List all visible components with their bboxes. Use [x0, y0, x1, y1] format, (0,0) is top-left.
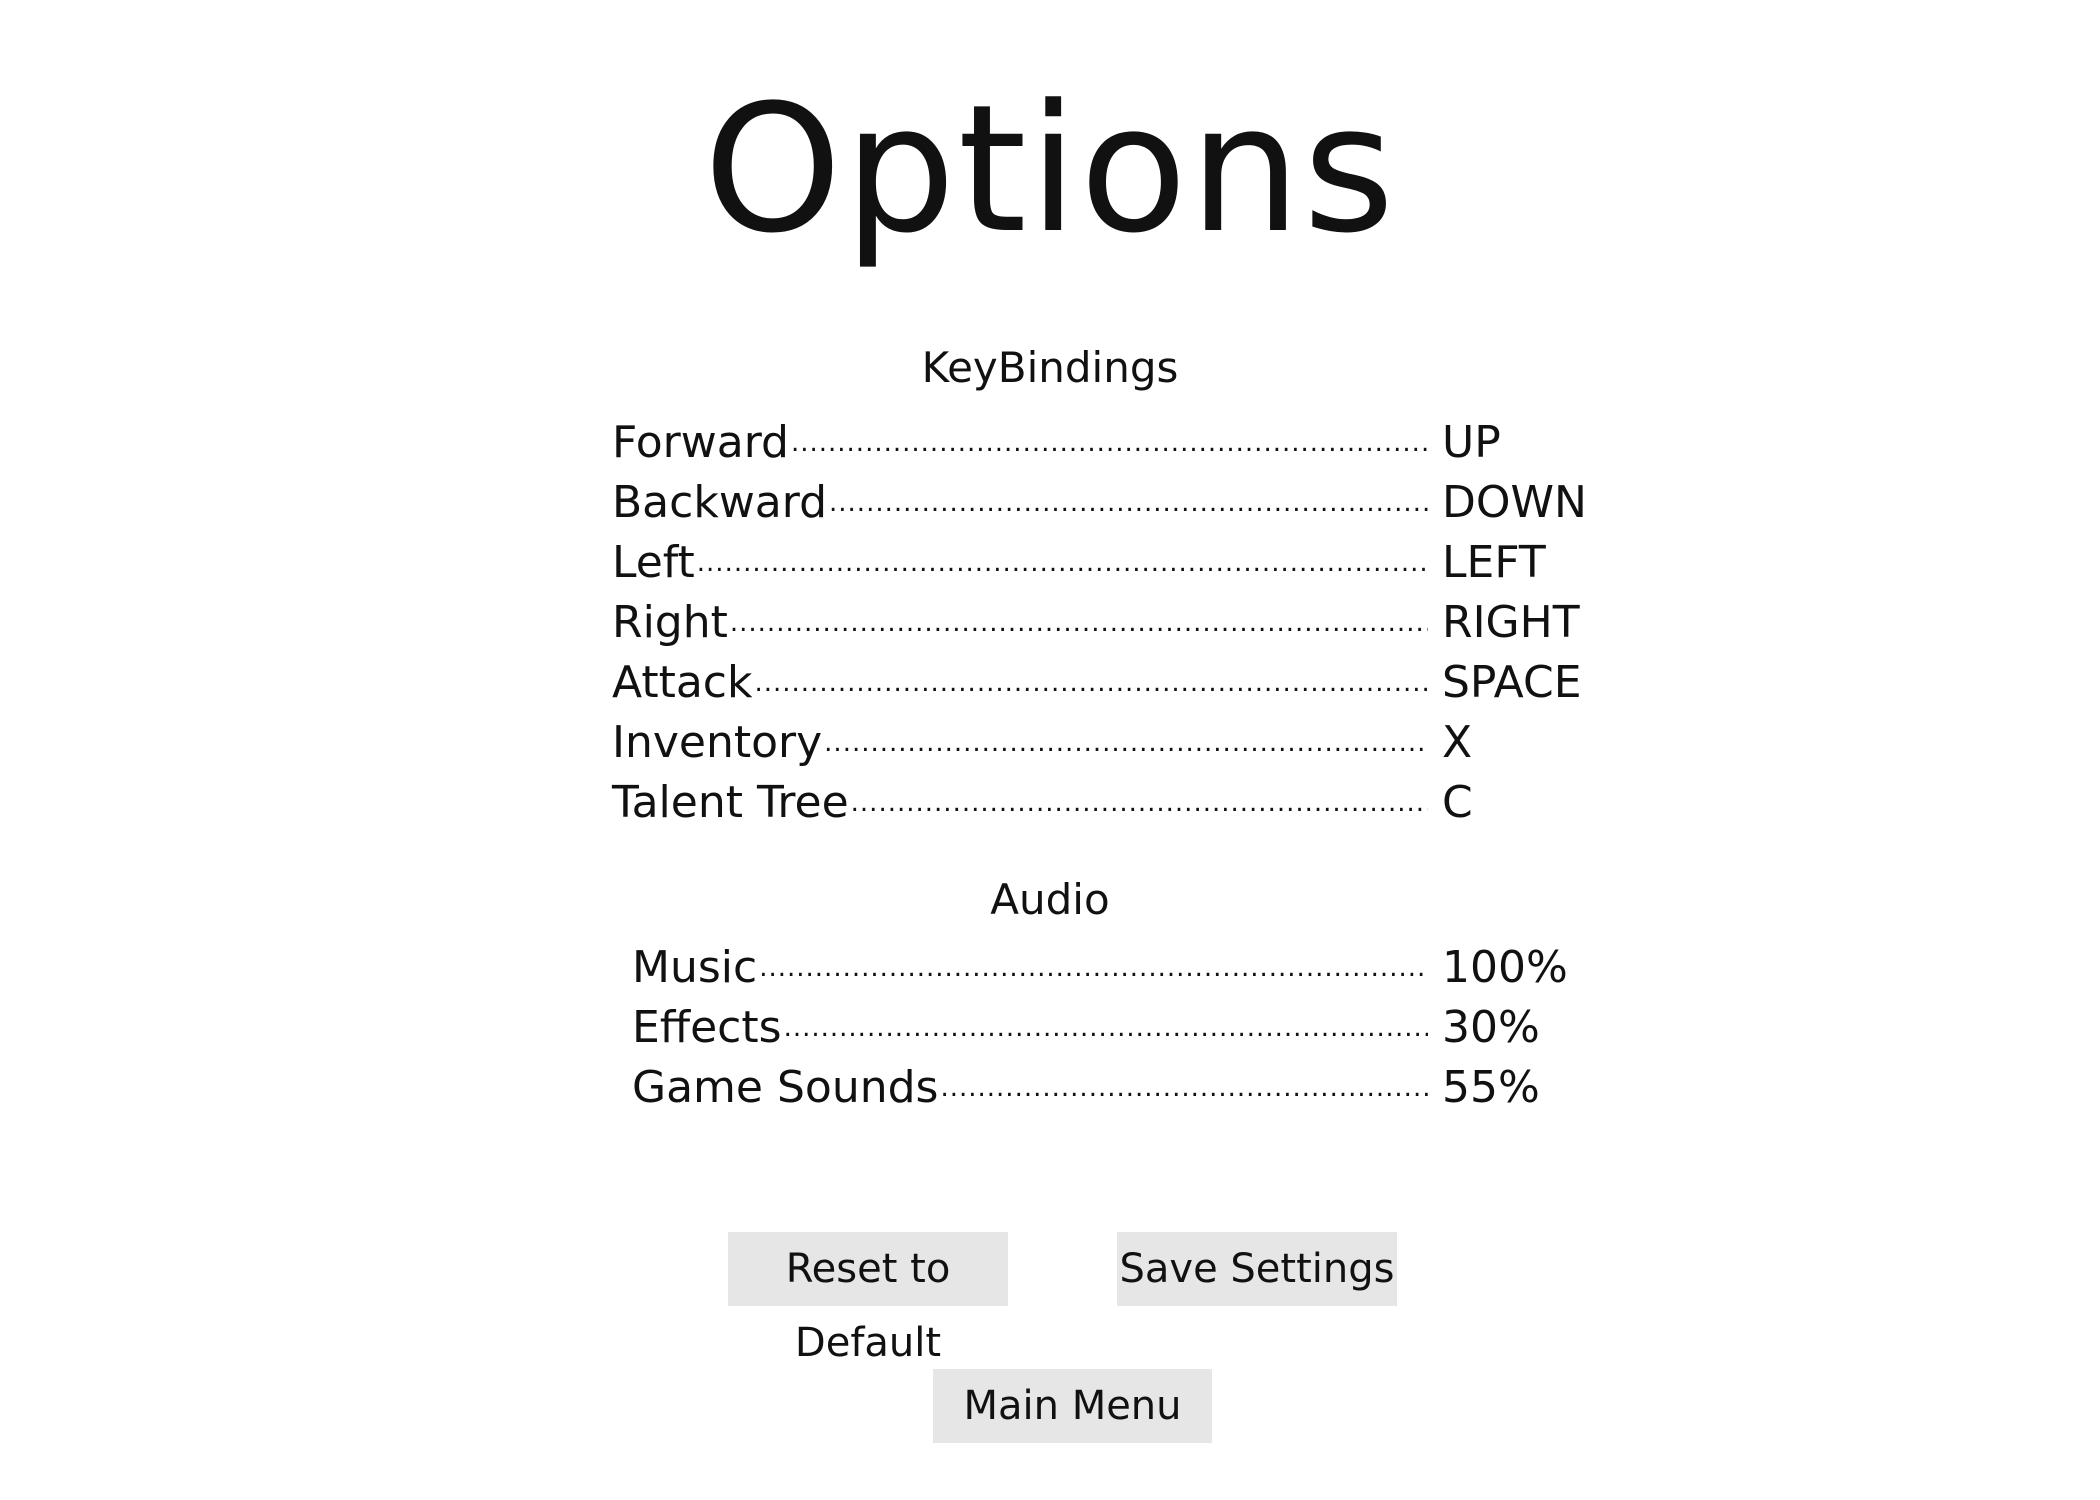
dotted-leader: [697, 536, 1428, 590]
keybinding-label: Talent Tree: [612, 777, 849, 828]
dotted-leader: [829, 476, 1428, 530]
audio-label: Music: [632, 942, 758, 993]
keybinding-row-right[interactable]: Right RIGHT: [612, 590, 1612, 650]
dotted-leader: [730, 596, 1428, 650]
dotted-leader: [754, 656, 1428, 710]
keybinding-row-forward[interactable]: Forward UP: [612, 410, 1612, 470]
keybinding-label: Inventory: [612, 717, 823, 768]
keybinding-label: Left: [612, 537, 695, 588]
audio-label: Game Sounds: [632, 1062, 939, 1113]
reset-to-default-button[interactable]: Reset to Default: [728, 1232, 1008, 1366]
options-title: Options: [703, 67, 1397, 272]
keybinding-row-inventory[interactable]: Inventory X: [612, 710, 1612, 770]
audio-volume-value[interactable]: 100%: [1442, 941, 1612, 995]
keybinding-value[interactable]: UP: [1442, 416, 1612, 470]
audio-list: Music 100% Effects 30% Game Sounds 55%: [632, 935, 1612, 1115]
keybinding-label: Attack: [612, 657, 753, 708]
save-settings-button[interactable]: Save Settings: [1117, 1232, 1397, 1306]
keybinding-label: Forward: [612, 417, 789, 468]
keybinding-row-left[interactable]: Left LEFT: [612, 530, 1612, 590]
keybinding-row-attack[interactable]: Attack SPACE: [612, 650, 1612, 710]
dotted-leader: [759, 941, 1428, 995]
main-menu-button[interactable]: Main Menu: [933, 1369, 1212, 1443]
keybinding-value[interactable]: SPACE: [1442, 656, 1612, 710]
dotted-leader: [824, 716, 1428, 770]
keybinding-row-backward[interactable]: Backward DOWN: [612, 470, 1612, 530]
keybinding-value[interactable]: DOWN: [1442, 476, 1612, 530]
dotted-leader: [851, 776, 1428, 830]
keybinding-value[interactable]: LEFT: [1442, 536, 1612, 590]
dotted-leader: [784, 1001, 1428, 1055]
audio-volume-value[interactable]: 55%: [1442, 1061, 1612, 1115]
keybinding-row-talent-tree[interactable]: Talent Tree C: [612, 770, 1612, 830]
keybindings-heading: KeyBindings: [921, 343, 1179, 392]
keybinding-value[interactable]: C: [1442, 776, 1612, 830]
audio-heading: Audio: [990, 875, 1110, 924]
audio-row-game-sounds[interactable]: Game Sounds 55%: [632, 1055, 1612, 1115]
dotted-leader: [940, 1061, 1428, 1115]
dotted-leader: [791, 416, 1428, 470]
keybinding-value[interactable]: RIGHT: [1442, 596, 1612, 650]
keybinding-value[interactable]: X: [1442, 716, 1612, 770]
keybindings-list: Forward UP Backward DOWN Left LEFT Right…: [612, 410, 1612, 830]
audio-volume-value[interactable]: 30%: [1442, 1001, 1612, 1055]
audio-row-effects[interactable]: Effects 30%: [632, 995, 1612, 1055]
audio-row-music[interactable]: Music 100%: [632, 935, 1612, 995]
keybinding-label: Right: [612, 597, 728, 648]
keybinding-label: Backward: [612, 477, 828, 528]
audio-label: Effects: [632, 1002, 782, 1053]
